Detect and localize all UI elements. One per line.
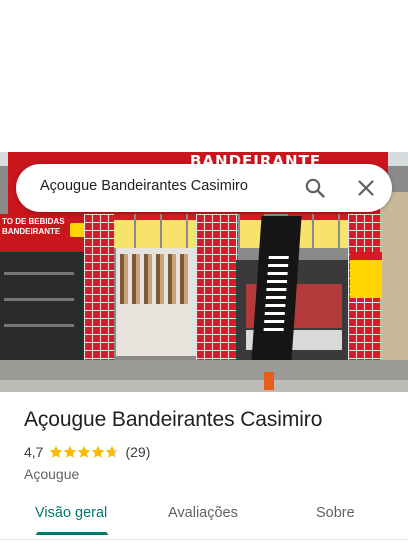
shelf — [4, 298, 74, 301]
search-icon[interactable] — [303, 176, 327, 200]
tabs-divider — [0, 539, 408, 540]
right-wall — [380, 192, 408, 382]
curb — [0, 380, 408, 392]
offer-poster — [314, 214, 338, 248]
star-icon — [77, 445, 91, 459]
star-icon — [49, 445, 63, 459]
star-icon — [63, 445, 77, 459]
tiled-pillar — [84, 214, 114, 374]
place-title: Açougue Bandeirantes Casimiro — [24, 408, 323, 431]
offer-poster — [136, 214, 160, 248]
storefront-left-sign: TO DE BEBIDAS BANDEIRANTE — [0, 214, 92, 254]
offer-poster-right — [350, 252, 382, 298]
tab-bar: Visão geral Avaliações Sobre — [0, 497, 408, 537]
traffic-cone — [264, 372, 274, 390]
rating-row[interactable]: 4,7 (29) — [24, 443, 150, 461]
tab-overview[interactable]: Visão geral — [35, 505, 107, 521]
shelf — [4, 272, 74, 275]
place-category: Açougue — [24, 466, 80, 482]
hanging-items — [120, 254, 192, 304]
star-icon — [91, 445, 105, 459]
search-bar[interactable]: Açougue Bandeirantes Casimiro — [16, 164, 392, 212]
tiled-pillar — [196, 214, 238, 374]
blank-top-area — [0, 0, 408, 152]
offer-poster — [162, 214, 186, 248]
star-rating — [49, 445, 119, 459]
tab-about[interactable]: Sobre — [316, 505, 355, 521]
neighbor-store — [0, 252, 92, 362]
close-icon[interactable] — [354, 176, 378, 200]
search-input[interactable]: Açougue Bandeirantes Casimiro — [40, 178, 248, 194]
store-interior — [116, 248, 196, 356]
active-tab-indicator — [36, 532, 108, 535]
offer-posters — [106, 214, 376, 250]
shelf — [4, 324, 74, 327]
star-icon — [105, 445, 119, 459]
tab-reviews[interactable]: Avaliações — [168, 505, 238, 521]
rating-value: 4,7 — [24, 444, 44, 460]
review-count[interactable]: (29) — [125, 444, 150, 460]
